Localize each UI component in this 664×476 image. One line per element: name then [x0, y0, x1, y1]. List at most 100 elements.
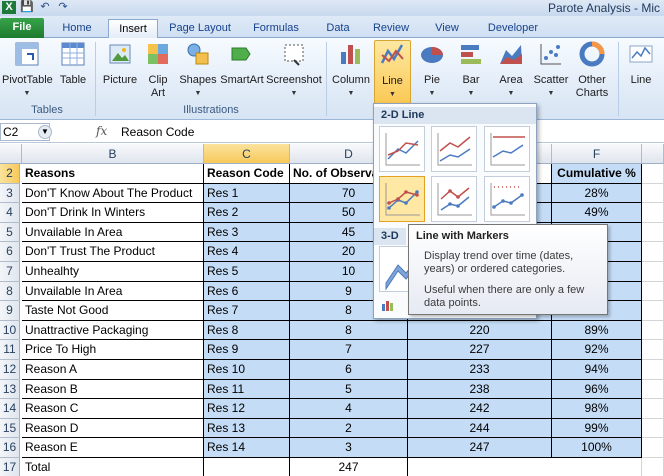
tab-review[interactable]: Review	[367, 19, 415, 38]
table-cell[interactable]: Unvailable In Area	[22, 222, 204, 243]
100-stacked-line-markers-option[interactable]	[484, 176, 530, 222]
table-cell[interactable]: 6	[290, 360, 408, 380]
tab-formulas[interactable]: Formulas	[247, 19, 305, 38]
table-cell[interactable]: Res 14	[204, 438, 290, 458]
table-cell[interactable]: Res 13	[204, 418, 290, 439]
row-header[interactable]: 11	[0, 340, 20, 360]
all-chart-types-icon[interactable]	[380, 298, 410, 312]
empty-cell[interactable]	[642, 340, 664, 360]
table-cell[interactable]: Res 6	[204, 281, 290, 302]
table-cell[interactable]: 7	[290, 340, 408, 360]
stacked-line-option[interactable]	[431, 126, 477, 172]
line-chart-button[interactable]: Line ▼	[374, 40, 411, 104]
row-header[interactable]: 4	[0, 203, 20, 223]
scatter-chart-button[interactable]: Scatter ▼	[531, 40, 571, 100]
table-cell[interactable]: Res 8	[204, 320, 290, 341]
empty-cell[interactable]	[642, 164, 664, 184]
table-cell[interactable]: Res 9	[204, 340, 290, 360]
100-stacked-line-option[interactable]	[484, 126, 530, 172]
table-cell[interactable]: Unattractive Packaging	[22, 320, 204, 341]
table-cell[interactable]: 98%	[552, 399, 642, 419]
row-header[interactable]: 12	[0, 360, 20, 380]
header-cell[interactable]: Reason Code	[204, 164, 290, 184]
shapes-button[interactable]: Shapes ▼	[178, 40, 218, 100]
line-with-markers-option[interactable]	[379, 176, 425, 222]
table-cell[interactable]: 49%	[552, 203, 642, 223]
row-header[interactable]: 7	[0, 262, 20, 282]
column-header-b[interactable]: B	[22, 144, 204, 164]
tab-insert[interactable]: Insert	[108, 19, 158, 38]
empty-cell[interactable]	[642, 418, 664, 439]
insert-function-icon[interactable]: fx	[96, 124, 107, 138]
empty-cell[interactable]	[642, 183, 664, 204]
empty-cell[interactable]	[642, 301, 664, 321]
table-cell[interactable]: Don'T Trust The Product	[22, 242, 204, 262]
row-header[interactable]: 15	[0, 418, 20, 439]
screenshot-button[interactable]: Screenshot ▼	[266, 40, 322, 100]
table-cell[interactable]: 89%	[552, 320, 642, 341]
table-cell[interactable]: 242	[408, 399, 552, 419]
pie-chart-button[interactable]: Pie ▼	[413, 40, 451, 100]
table-cell[interactable]: 244	[408, 418, 552, 439]
table-cell[interactable]: Res 5	[204, 262, 290, 282]
empty-cell[interactable]	[642, 222, 664, 243]
table-cell[interactable]	[204, 458, 290, 476]
table-cell[interactable]: 227	[408, 340, 552, 360]
excel-icon[interactable]: X	[2, 1, 16, 14]
clipart-button[interactable]: Clip Art	[142, 40, 174, 100]
table-cell[interactable]: 92%	[552, 340, 642, 360]
area-chart-button[interactable]: Area ▼	[492, 40, 530, 100]
table-cell[interactable]: 94%	[552, 360, 642, 380]
table-cell[interactable]: 28%	[552, 183, 642, 204]
table-cell[interactable]: Taste Not Good	[22, 301, 204, 321]
table-cell[interactable]: Res 11	[204, 379, 290, 400]
table-cell[interactable]: 233	[408, 360, 552, 380]
empty-cell[interactable]	[642, 203, 664, 223]
row-header[interactable]: 14	[0, 399, 20, 419]
table-cell[interactable]: Reason B	[22, 379, 204, 400]
smartart-button[interactable]: SmartArt	[219, 40, 265, 87]
empty-cell[interactable]	[642, 360, 664, 380]
table-cell[interactable]: Res 3	[204, 222, 290, 243]
row-header[interactable]: 3	[0, 183, 20, 204]
table-cell[interactable]: 238	[408, 379, 552, 400]
row-header[interactable]: 2	[0, 164, 20, 184]
name-box-dropdown-icon[interactable]: ▼	[38, 125, 52, 139]
tab-page-layout[interactable]: Page Layout	[165, 19, 235, 38]
table-cell[interactable]: Reason A	[22, 360, 204, 380]
column-header-f[interactable]: F	[552, 144, 642, 164]
select-all-corner[interactable]	[0, 144, 22, 164]
empty-cell[interactable]	[642, 320, 664, 341]
row-header[interactable]: 13	[0, 379, 20, 400]
table-cell[interactable]: Res 12	[204, 399, 290, 419]
table-cell[interactable]: 99%	[552, 418, 642, 439]
column-chart-button[interactable]: Column ▼	[330, 40, 372, 100]
total-value[interactable]: 247	[290, 458, 408, 476]
table-cell[interactable]: Don'T Know About The Product	[22, 183, 204, 204]
table-cell[interactable]: Res 7	[204, 301, 290, 321]
table-cell[interactable]: Unvailable In Area	[22, 281, 204, 302]
empty-cell[interactable]	[642, 379, 664, 400]
header-cell[interactable]: Reasons	[22, 164, 204, 184]
line-chart-option[interactable]	[379, 126, 425, 172]
header-cell[interactable]: Cumulative %	[552, 164, 642, 184]
empty-cell[interactable]	[642, 458, 664, 476]
row-header[interactable]: 17	[0, 458, 20, 476]
row-header[interactable]: 8	[0, 281, 20, 302]
table-cell[interactable]: 100%	[552, 438, 642, 458]
row-header[interactable]: 9	[0, 301, 20, 321]
row-header[interactable]: 5	[0, 222, 20, 243]
stacked-line-markers-option[interactable]	[431, 176, 477, 222]
table-cell[interactable]: Reason D	[22, 418, 204, 439]
table-cell[interactable]: Don'T Drink In Winters	[22, 203, 204, 223]
table-cell[interactable]: Reason C	[22, 399, 204, 419]
table-cell[interactable]: 4	[290, 399, 408, 419]
redo-icon[interactable]: ↷	[56, 1, 70, 14]
tab-home[interactable]: Home	[52, 19, 102, 38]
pivottable-button[interactable]: PivotTable ▼	[2, 40, 53, 100]
table-cell[interactable]: Unhealhty	[22, 262, 204, 282]
empty-cell[interactable]	[642, 262, 664, 282]
formula-input[interactable]: Reason Code	[121, 125, 194, 139]
tab-data[interactable]: Data	[318, 19, 358, 38]
table-cell[interactable]: 96%	[552, 379, 642, 400]
